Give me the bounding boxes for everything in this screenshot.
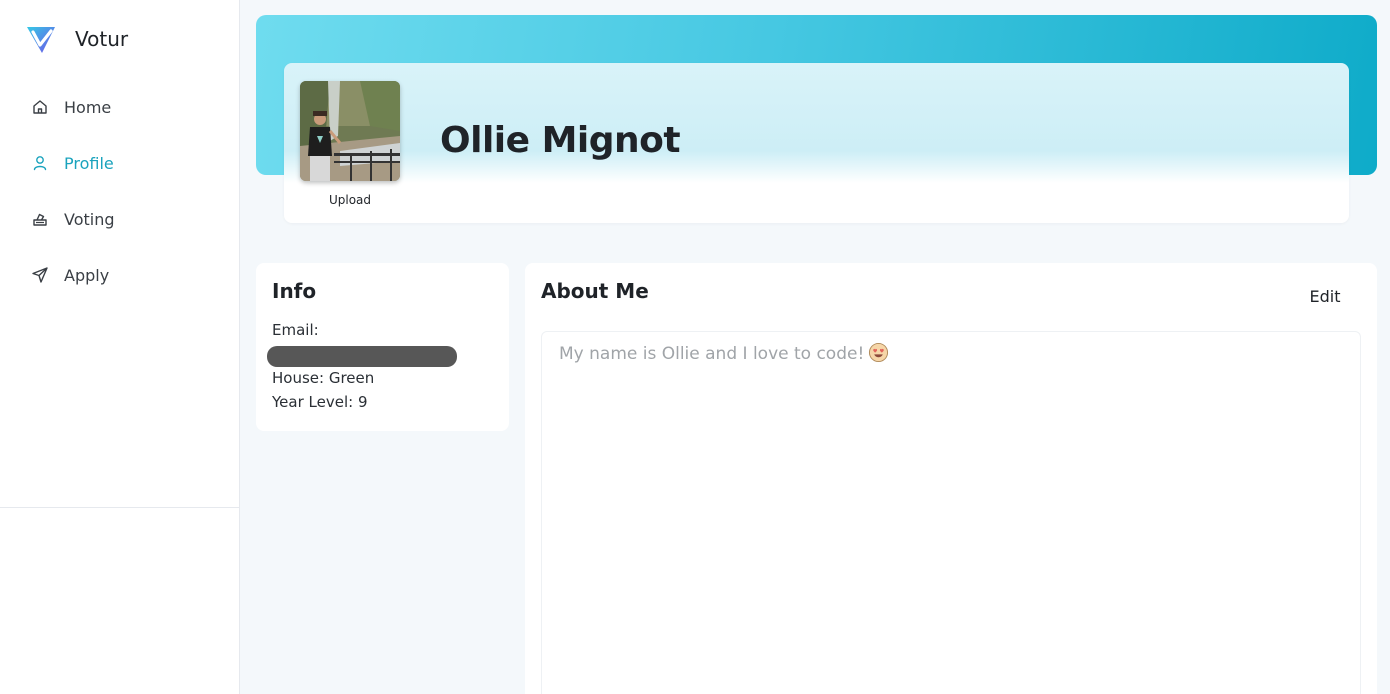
avatar-photo	[300, 81, 400, 181]
info-title: Info	[272, 279, 317, 303]
profile-name: Ollie Mignot	[440, 120, 681, 161]
about-text-area[interactable]: My name is Ollie and I love to code!	[541, 331, 1361, 694]
sidebar-item-label: Voting	[64, 209, 115, 229]
brand-name: Votur	[75, 27, 129, 51]
avatar[interactable]	[300, 81, 400, 181]
sidebar-item-home[interactable]: Home	[0, 79, 240, 135]
year-level-value: Year Level: 9	[272, 393, 368, 411]
sidebar: Votur Home Profile Voting Apply	[0, 0, 240, 694]
sidebar-item-apply[interactable]: Apply	[0, 247, 240, 303]
about-text: My name is Ollie and I love to code!	[559, 344, 865, 364]
send-icon	[31, 266, 49, 284]
info-card: Info Email: House: Green Year Level: 9	[256, 263, 509, 431]
home-icon	[31, 98, 49, 116]
sidebar-nav: Home Profile Voting Apply	[0, 79, 240, 303]
votur-logo-icon	[27, 27, 55, 53]
edit-button[interactable]: Edit	[1301, 287, 1349, 311]
ballot-box-icon	[31, 210, 49, 228]
user-icon	[31, 154, 49, 172]
email-label: Email:	[272, 321, 319, 339]
sidebar-divider	[0, 507, 239, 508]
house-value: House: Green	[272, 369, 375, 387]
heart-eyes-emoji-icon	[869, 342, 889, 363]
sidebar-item-profile[interactable]: Profile	[0, 135, 240, 191]
about-card: About Me Edit My name is Ollie and I lov…	[525, 263, 1377, 694]
sidebar-item-label: Home	[64, 97, 112, 117]
about-title: About Me	[541, 279, 649, 303]
email-redaction	[267, 346, 457, 367]
sidebar-item-label: Apply	[64, 265, 110, 285]
sidebar-item-label: Profile	[64, 153, 114, 173]
sidebar-item-voting[interactable]: Voting	[0, 191, 240, 247]
brand[interactable]: Votur	[24, 22, 128, 56]
upload-button[interactable]: Upload	[300, 193, 400, 207]
